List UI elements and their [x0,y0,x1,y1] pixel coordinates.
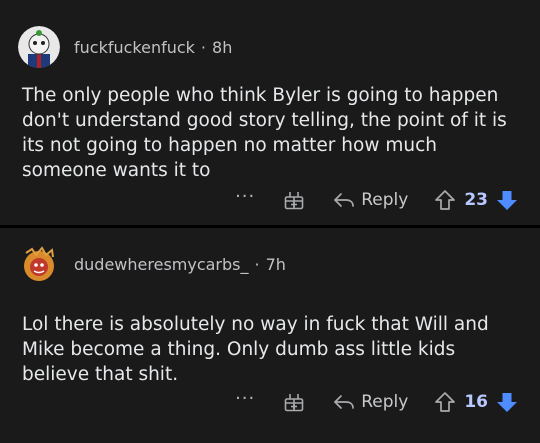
comment-body: The only people who think Byler is going… [22,85,507,181]
downvote-arrow-icon [497,191,517,210]
comment-age: 8h [212,37,233,57]
reply-button[interactable]: Reply [333,190,408,210]
username[interactable]: fuckfuckenfuck [74,38,195,57]
comment-actions: ··· Reply 23 [235,186,518,214]
downvote-button[interactable] [496,391,518,413]
more-options-button[interactable]: ··· [235,188,255,206]
upvote-button[interactable] [434,189,456,211]
comment-card: dudewheresmycarbs_ · 7h Lol there is abs… [0,228,540,443]
comment-card: fuckfuckenfuck · 8h The only people who … [0,0,540,225]
reply-label: Reply [361,392,409,412]
upvote-button[interactable] [434,391,456,413]
user-avatar[interactable] [18,243,60,285]
user-avatar[interactable] [18,26,60,68]
comment-age: 7h [265,254,286,274]
reply-button[interactable]: Reply [333,392,408,412]
gift-icon [284,394,304,412]
vote-score: 16 [464,392,488,412]
downvote-arrow-icon [497,393,517,412]
meta-separator: · [254,254,260,274]
comment-header: dudewheresmycarbs_ · 7h [18,242,286,286]
upvote-arrow-icon [435,190,456,210]
reply-label: Reply [361,190,409,210]
meta-separator: · [200,37,207,57]
reply-arrow-icon [334,395,355,409]
gift-icon [284,192,304,210]
reply-arrow-icon [334,193,355,207]
comment-body: Lol there is absolutely no way in fuck t… [22,314,489,385]
award-button[interactable] [283,391,305,413]
upvote-arrow-icon [435,392,456,412]
more-options-button[interactable]: ··· [235,390,255,408]
comment-actions: ··· Reply 16 [235,388,518,416]
username[interactable]: dudewheresmycarbs_ [74,255,249,274]
award-button[interactable] [283,189,305,211]
comment-header: fuckfuckenfuck · 8h [18,25,232,69]
vote-score: 23 [464,190,488,210]
downvote-button[interactable] [496,189,518,211]
